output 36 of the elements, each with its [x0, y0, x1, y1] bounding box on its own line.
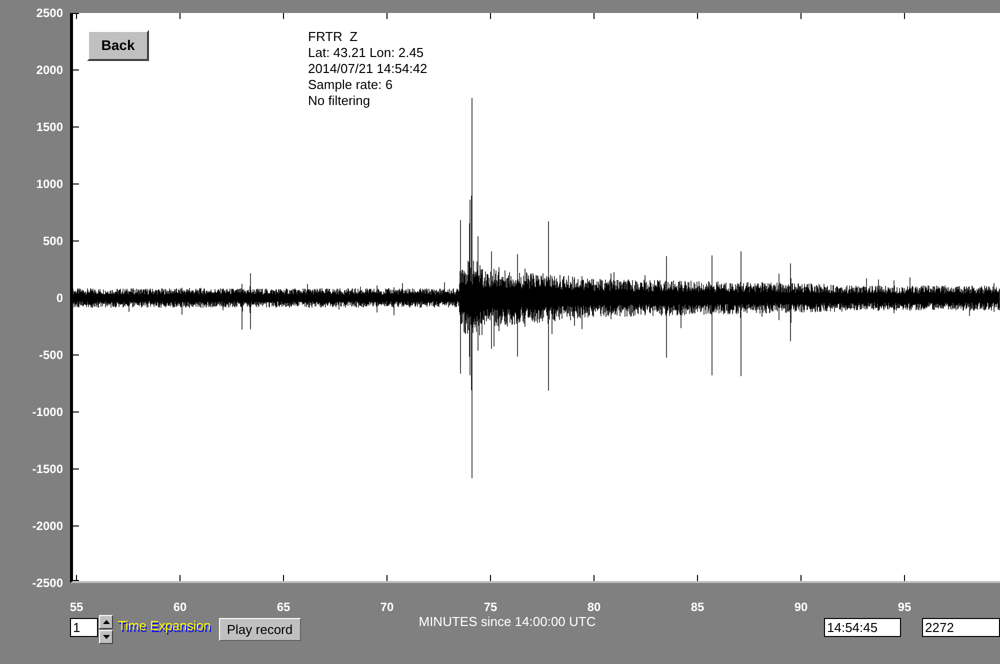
time-field[interactable]: 14:54:45 — [824, 618, 901, 637]
x-tick-label: 65 — [276, 599, 290, 615]
x-tick-label: 85 — [690, 599, 704, 615]
axis-title: MINUTES since 14:00:00 UTC — [418, 615, 596, 629]
x-tick-label: 95 — [898, 599, 912, 615]
y-tick-label: -2500 — [31, 575, 63, 591]
back-button[interactable]: Back — [87, 30, 149, 61]
x-tick-label: 55 — [70, 599, 84, 615]
x-tick-label: 75 — [484, 599, 498, 615]
time-expansion-label: Time Expansion — [118, 618, 211, 634]
station-info-line: Lat: 43.21 Lon: 2.45 — [308, 45, 425, 61]
x-tick-label: 80 — [587, 599, 601, 615]
y-tick-label: 0 — [55, 290, 63, 306]
play-record-button[interactable]: Play record — [218, 618, 301, 641]
x-tick-label: 90 — [794, 599, 808, 615]
down-triangle-icon — [102, 635, 110, 639]
spin-down-button[interactable] — [99, 630, 113, 644]
station-info-line: 2014/07/21 14:54:42 — [308, 61, 428, 77]
y-tick-label: -500 — [38, 347, 63, 363]
time-expansion-field[interactable]: 1 — [70, 618, 98, 637]
x-tick-label: 60 — [173, 599, 187, 615]
y-tick-label: 1000 — [35, 176, 63, 192]
station-info-line: No filtering — [308, 93, 372, 109]
y-tick-label: -1000 — [31, 404, 63, 420]
y-tick-label: 500 — [42, 233, 63, 249]
station-info-line: Sample rate: 6 — [308, 77, 394, 93]
y-tick-label: 1500 — [35, 119, 63, 135]
y-tick-label: 2000 — [35, 62, 63, 78]
y-tick-label: -1500 — [31, 461, 63, 477]
station-info-line: FRTR Z — [308, 29, 359, 45]
up-triangle-icon — [102, 620, 110, 624]
y-tick-label: -2000 — [31, 518, 63, 534]
y-tick-label: 2500 — [35, 5, 63, 21]
x-tick-label: 70 — [380, 599, 394, 615]
count-field[interactable]: 2272 — [922, 618, 1000, 637]
spin-up-button[interactable] — [99, 615, 113, 629]
